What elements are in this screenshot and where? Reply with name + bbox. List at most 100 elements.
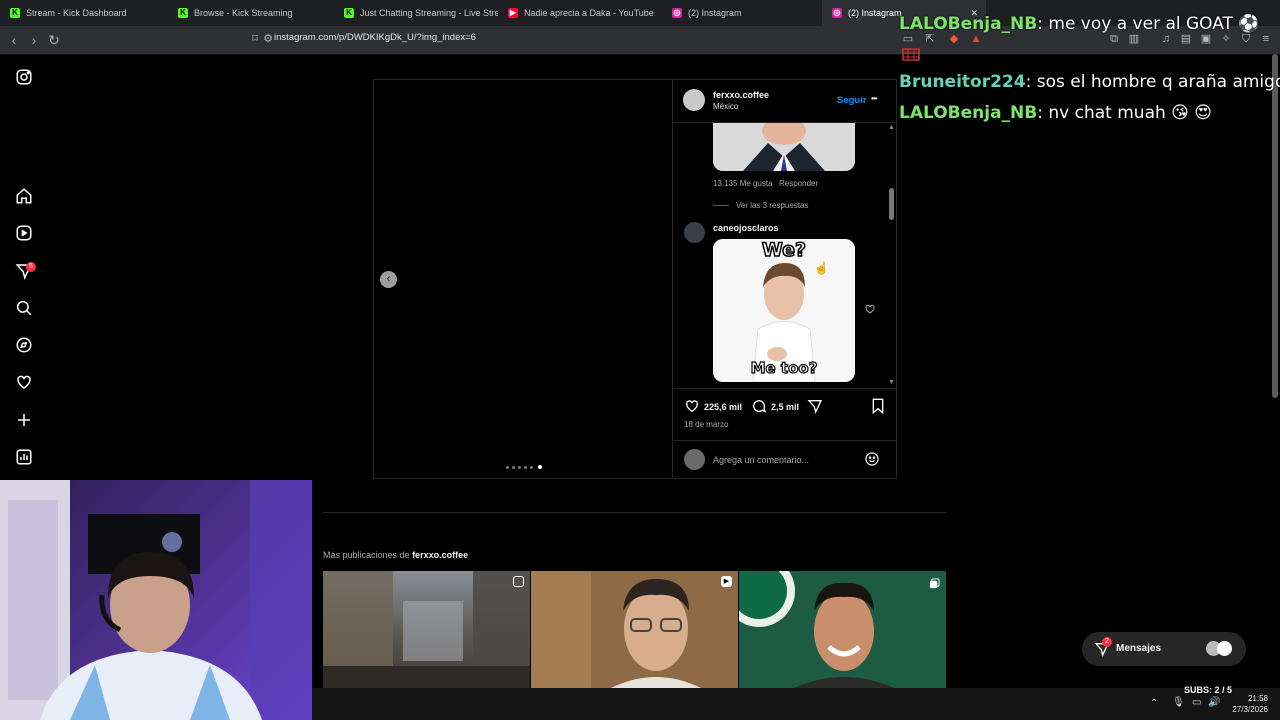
subs-counter: SUBS: 2 / 5: [1184, 685, 1233, 695]
carousel-dot: [518, 466, 521, 469]
kick-icon: K: [344, 8, 354, 18]
brave-shield-icon[interactable]: ◆: [948, 33, 960, 45]
brave-rewards-icon[interactable]: ▲: [970, 33, 982, 45]
reload-icon[interactable]: ↻: [44, 30, 64, 50]
author-username[interactable]: ferxxo.coffee: [713, 90, 769, 100]
like-icon[interactable]: [684, 398, 700, 414]
search-icon[interactable]: [14, 299, 34, 319]
chat-text: : nv chat muah 😘 😍: [1037, 103, 1213, 123]
create-icon[interactable]: [14, 411, 34, 431]
carousel-dot: [512, 466, 515, 469]
view-replies-button[interactable]: Ver las 3 respuestas: [736, 201, 808, 210]
volume-icon[interactable]: 🔊: [1208, 697, 1220, 708]
commenter-username[interactable]: caneojosclaros: [713, 223, 779, 233]
reply-button[interactable]: Responder: [779, 179, 818, 188]
home-icon[interactable]: [14, 187, 34, 207]
divider: [673, 440, 897, 441]
vpn-icon[interactable]: ⛉: [1240, 33, 1252, 45]
tab-icon[interactable]: ▭: [902, 33, 914, 45]
comment-input[interactable]: Agrega un comentario...: [713, 455, 809, 465]
post-location[interactable]: México: [713, 102, 738, 111]
reel-icon: ▶: [721, 576, 732, 587]
bookmark-icon[interactable]: ⌑: [249, 33, 261, 45]
previous-image-button[interactable]: ‹: [380, 271, 397, 288]
tab-kick-dashboard[interactable]: K Stream - Kick Dashboard: [0, 0, 168, 26]
network-icon[interactable]: ▭: [1192, 697, 1201, 708]
share-icon[interactable]: ⇱: [924, 33, 936, 45]
comments-scrollbar[interactable]: [888, 124, 895, 386]
explore-icon[interactable]: [14, 336, 34, 356]
chat-message: LALOBenja_NB: me voy a ver al GOAT ⚽: [899, 14, 1260, 34]
leo-icon[interactable]: ✧: [1220, 33, 1232, 45]
kick-icon: K: [10, 8, 20, 18]
clock-date[interactable]: 27/3/2026: [1220, 705, 1268, 714]
more-posts-prefix: Más publicaciones de: [323, 550, 413, 560]
comments-count[interactable]: 2,5 mil: [771, 402, 799, 412]
likes-count[interactable]: 225,6 mil: [704, 402, 742, 412]
wallet-icon[interactable]: ▣: [1200, 33, 1212, 45]
reader-icon[interactable]: ▤: [1180, 33, 1192, 45]
tab-instagram[interactable]: ◎ (2) Instagram: [662, 0, 822, 26]
menu-icon[interactable]: ≡: [1260, 33, 1272, 45]
carousel-dot: [506, 466, 509, 469]
messages-button[interactable]: 2 Mensajes: [1082, 632, 1246, 666]
author-avatar[interactable]: [683, 89, 705, 111]
meme-top-text: We?: [761, 239, 807, 262]
instagram-logo-icon[interactable]: [14, 68, 34, 88]
reel-icon: [513, 576, 524, 587]
carousel-icon: [929, 576, 940, 589]
chat-text: : me voy a ver al GOAT ⚽: [1037, 14, 1260, 34]
tab-kick-just-chatting[interactable]: K Just Chatting Streaming - Live Stream: [334, 0, 498, 26]
back-icon[interactable]: ‹: [4, 30, 24, 50]
tab-youtube[interactable]: ▶ Nadie aprecia a Daka - YouTube: [498, 0, 662, 26]
page-scrollbar-thumb[interactable]: [1272, 54, 1278, 398]
tray-expand-icon[interactable]: ⌃: [1150, 698, 1158, 709]
comment-icon[interactable]: [751, 398, 767, 414]
heart-icon[interactable]: [14, 373, 34, 393]
microphone-icon[interactable]: 🎙: [1172, 697, 1185, 708]
save-icon[interactable]: [871, 398, 885, 415]
site-info-icon[interactable]: ⚙: [262, 33, 274, 45]
follow-button[interactable]: Seguir: [837, 95, 867, 106]
chat-cutoff-line: ▔▔▔▔▔▔▔▔▔▔▔▔▔: [899, 0, 1069, 6]
scroll-down-arrow-icon[interactable]: ▼: [888, 379, 895, 386]
more-options-icon[interactable]: •••: [871, 94, 877, 103]
reels-icon[interactable]: [14, 224, 34, 244]
emote-icon: [902, 47, 920, 61]
divider: [323, 512, 946, 513]
scroll-up-arrow-icon[interactable]: ▲: [888, 124, 895, 131]
youtube-icon: ▶: [508, 8, 518, 18]
more-posts-author[interactable]: ferxxo.coffee: [412, 550, 468, 560]
tab-label: (2) Instagram: [688, 8, 742, 18]
carousel-dot: [524, 466, 527, 469]
dashboard-icon[interactable]: [14, 448, 34, 468]
emoji-icon[interactable]: [864, 451, 880, 467]
chat-username: Bruneitor224: [899, 72, 1026, 92]
messages-label: Mensajes: [1116, 643, 1162, 654]
tab-kick-browse[interactable]: K Browse - Kick Streaming: [168, 0, 334, 26]
url-field[interactable]: instagram.com/p/DWDKIKgDk_U/?img_index=6: [274, 32, 476, 43]
clock-time[interactable]: 21:58: [1228, 694, 1268, 703]
instagram-icon: ◎: [832, 8, 842, 18]
share-icon[interactable]: [807, 398, 823, 414]
forward-icon[interactable]: ›: [24, 30, 44, 50]
post-date: 18 de marzo: [684, 420, 729, 429]
commenter-avatar[interactable]: [684, 222, 705, 243]
comments-scrollbar-thumb[interactable]: [889, 188, 894, 220]
post-thumbnail[interactable]: [323, 571, 530, 688]
sidebar-icon[interactable]: ▥: [1128, 33, 1140, 45]
meme-bottom-text: Me too?: [750, 358, 818, 377]
carousel-dot: [530, 466, 533, 469]
tab-label: Nadie aprecia a Daka - YouTube: [524, 8, 654, 18]
comment-sticker-image: [713, 123, 855, 171]
comment-likes[interactable]: 13.135 Me gusta: [713, 179, 773, 188]
like-comment-icon[interactable]: [864, 302, 876, 314]
post-thumbnail[interactable]: [739, 571, 946, 688]
instagram-icon: ◎: [672, 8, 682, 18]
chat-message: LALOBenja_NB: nv chat muah 😘 😍: [899, 103, 1212, 123]
taskbar: [312, 688, 1280, 720]
webcam-overlay: [0, 480, 312, 720]
extensions-icon[interactable]: ⧉: [1108, 33, 1120, 45]
media-icon[interactable]: ♫: [1160, 33, 1172, 45]
post-thumbnail[interactable]: ▶: [531, 571, 738, 688]
